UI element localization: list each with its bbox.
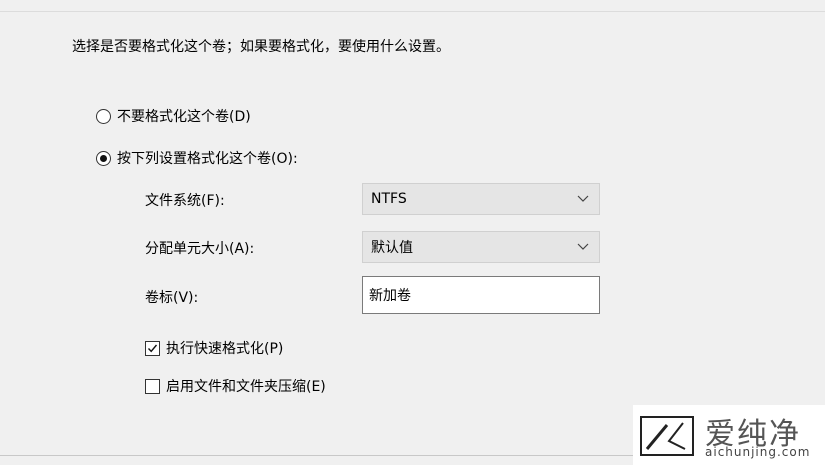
watermark: 爱纯净 aichunjing.com	[633, 405, 825, 465]
radio-no-format[interactable]: 不要格式化这个卷(D)	[96, 106, 251, 126]
instruction-text: 选择是否要格式化这个卷；如果要格式化，要使用什么设置。	[72, 39, 450, 55]
radio-checked-icon[interactable]	[96, 150, 111, 166]
file-system-value: NTFS	[371, 191, 407, 207]
compression-checkbox[interactable]: 启用文件和文件夹压缩(E)	[145, 376, 326, 396]
file-system-label: 文件系统(F):	[145, 193, 225, 209]
volume-label-label: 卷标(V):	[145, 290, 199, 306]
compression-label[interactable]: 启用文件和文件夹压缩(E)	[166, 376, 326, 396]
watermark-logo-icon	[640, 416, 694, 456]
radio-format-label[interactable]: 按下列设置格式化这个卷(O):	[117, 148, 298, 168]
quick-format-label[interactable]: 执行快速格式化(P)	[166, 338, 283, 358]
chevron-down-icon	[577, 195, 589, 202]
checkbox-unchecked-icon[interactable]	[145, 378, 160, 394]
radio-no-format-label[interactable]: 不要格式化这个卷(D)	[117, 106, 251, 126]
chevron-down-icon	[577, 243, 589, 250]
file-system-dropdown[interactable]: NTFS	[362, 183, 600, 215]
quick-format-checkbox[interactable]: 执行快速格式化(P)	[145, 338, 283, 358]
allocation-unit-value: 默认值	[371, 240, 413, 256]
radio-format[interactable]: 按下列设置格式化这个卷(O):	[96, 148, 298, 168]
radio-unchecked-icon[interactable]	[96, 108, 111, 124]
format-partition-panel: 选择是否要格式化这个卷；如果要格式化，要使用什么设置。 不要格式化这个卷(D) …	[0, 0, 825, 465]
allocation-unit-dropdown[interactable]: 默认值	[362, 231, 600, 263]
allocation-unit-label: 分配单元大小(A):	[145, 241, 255, 257]
volume-label-input[interactable]	[362, 276, 600, 314]
watermark-url: aichunjing.com	[705, 445, 811, 459]
checkbox-checked-icon[interactable]	[145, 340, 160, 356]
top-divider	[0, 11, 825, 12]
